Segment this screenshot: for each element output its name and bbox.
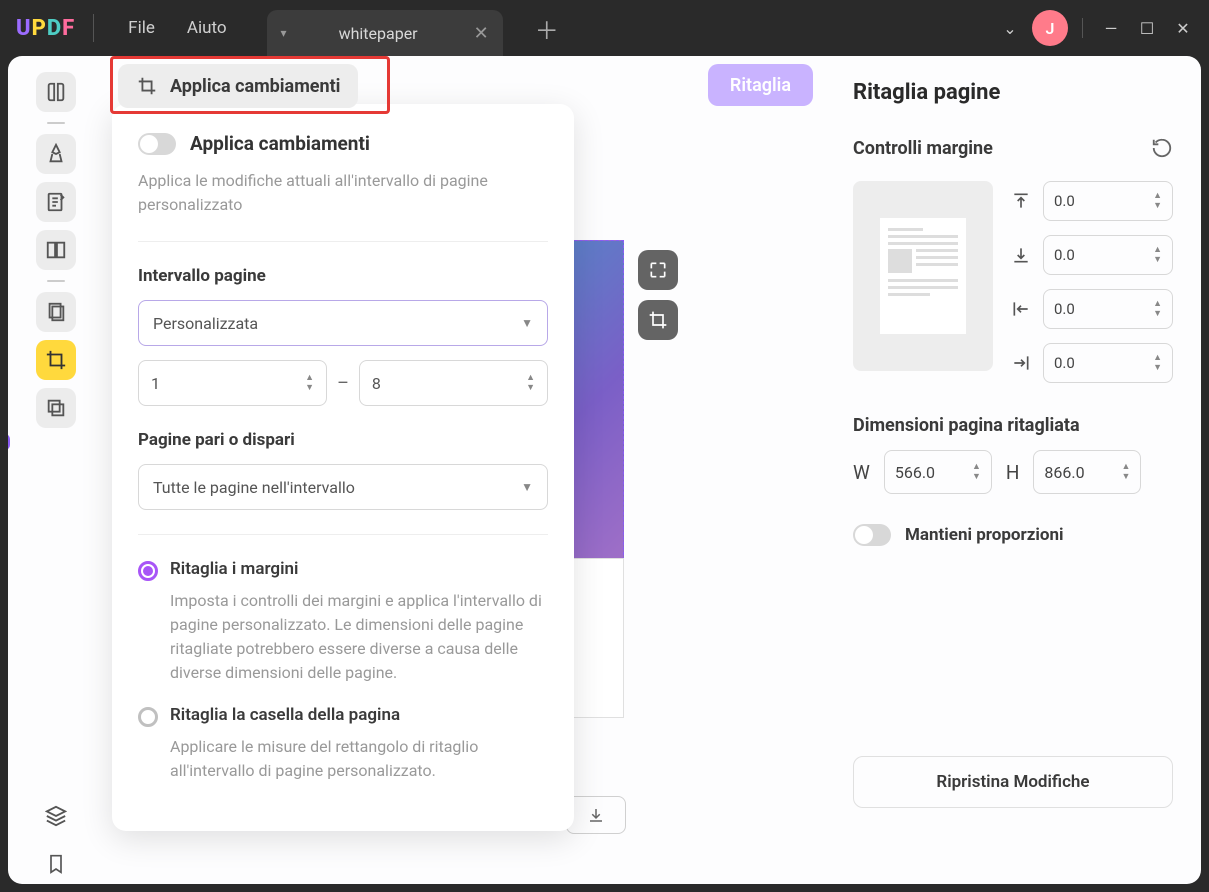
margin-bottom-input[interactable]: 0.0 ▲▼	[1043, 235, 1173, 275]
width-value: 566.0	[895, 463, 935, 482]
tab-close-icon[interactable]: ✕	[474, 23, 489, 44]
margin-right-input[interactable]: 0.0 ▲▼	[1043, 343, 1173, 383]
apply-button-label: Applica cambiamenti	[170, 76, 340, 97]
cropped-dim-label: Dimensioni pagina ritagliata	[853, 415, 1173, 436]
margin-left-icon	[1009, 297, 1033, 321]
spinner-icon[interactable]: ▲▼	[305, 374, 314, 393]
spinner-icon[interactable]: ▲▼	[1122, 463, 1131, 482]
height-label: H	[1006, 461, 1020, 484]
left-rail	[8, 56, 104, 884]
margin-left-value: 0.0	[1054, 300, 1075, 318]
spinner-icon[interactable]: ▲▼	[526, 374, 535, 393]
tab-title: whitepaper	[339, 24, 418, 43]
restore-changes-button[interactable]: Ripristina Modifiche	[853, 756, 1173, 808]
menu-file[interactable]: File	[112, 12, 171, 44]
crop-box-radio[interactable]	[138, 707, 158, 727]
divider	[138, 534, 548, 535]
range-dash: –	[337, 373, 349, 394]
fit-screen-button[interactable]	[638, 250, 678, 290]
content-area: Applica cambiamenti Ritaglia	[8, 56, 825, 884]
organize-button[interactable]	[36, 292, 76, 332]
height-value: 866.0	[1044, 463, 1084, 482]
add-tab-button[interactable]: ＋	[535, 11, 559, 46]
crop-margins-radio[interactable]	[138, 561, 158, 581]
margin-right-value: 0.0	[1054, 354, 1075, 372]
crop-action-button[interactable]: Ritaglia	[708, 64, 813, 106]
right-panel: Ritaglia pagine Controlli margine	[825, 56, 1201, 884]
minimize-button[interactable]: —	[1093, 10, 1129, 46]
close-window-button[interactable]: ✕	[1165, 10, 1201, 46]
range-from-value: 1	[151, 374, 160, 393]
crop-box-desc: Applicare le misure del rettangolo di ri…	[170, 735, 548, 783]
reader-mode-button[interactable]	[36, 72, 76, 112]
crop-margins-desc: Imposta i controlli dei margini e applic…	[170, 589, 548, 685]
spinner-icon[interactable]: ▲▼	[1153, 192, 1162, 211]
download-button[interactable]	[566, 796, 626, 834]
divider	[93, 14, 94, 42]
page-thumbnail	[853, 181, 993, 371]
crop-margins-label: Ritaglia i margini	[170, 559, 298, 581]
rail-separator	[47, 122, 65, 124]
crop-button[interactable]	[36, 340, 76, 380]
apply-changes-button[interactable]: Applica cambiamenti	[118, 64, 358, 108]
pages-button[interactable]	[36, 230, 76, 270]
reset-margins-button[interactable]	[1151, 137, 1173, 159]
spinner-icon[interactable]: ▲▼	[1153, 246, 1162, 265]
document-tab[interactable]: ▾ whitepaper ✕	[267, 10, 503, 56]
margin-right-icon	[1009, 351, 1033, 375]
edit-button[interactable]	[36, 182, 76, 222]
keep-ratio-label: Mantieni proporzioni	[905, 525, 1063, 545]
margin-bottom-icon	[1009, 243, 1033, 267]
margin-controls-label: Controlli margine	[853, 138, 993, 159]
divider	[138, 241, 548, 242]
apply-changes-popover: Applica cambiamenti Applica le modifiche…	[112, 104, 574, 831]
highlight-button[interactable]	[36, 134, 76, 174]
range-select[interactable]: Personalizzata ▼	[138, 300, 548, 346]
dropdown-icon[interactable]: ⌄	[992, 10, 1028, 46]
apply-icon	[136, 75, 158, 97]
margin-top-input[interactable]: 0.0 ▲▼	[1043, 181, 1173, 221]
avatar[interactable]: J	[1032, 10, 1068, 46]
odd-even-select[interactable]: Tutte le pagine nell'intervallo ▼	[138, 464, 548, 510]
odd-even-value: Tutte le pagine nell'intervallo	[153, 478, 355, 497]
margin-bottom-value: 0.0	[1054, 246, 1075, 264]
maximize-button[interactable]: ☐	[1129, 10, 1165, 46]
apply-toggle[interactable]	[138, 133, 176, 155]
range-from-input[interactable]: 1 ▲▼	[138, 360, 327, 406]
margin-left-input[interactable]: 0.0 ▲▼	[1043, 289, 1173, 329]
width-label: W	[853, 461, 870, 484]
odd-even-label: Pagine pari o dispari	[138, 430, 548, 450]
layers-button[interactable]	[36, 388, 76, 428]
titlebar: UPDF File Aiuto ▾ whitepaper ✕ ＋ ⌄ J — ☐…	[0, 0, 1209, 56]
app-logo: UPDF	[16, 16, 75, 41]
stack-button[interactable]	[36, 796, 76, 836]
height-input[interactable]: 866.0 ▲▼	[1033, 450, 1141, 494]
rail-separator	[47, 280, 65, 282]
panel-title: Ritaglia pagine	[853, 80, 1173, 105]
spinner-icon[interactable]: ▲▼	[1153, 354, 1162, 373]
popover-description: Applica le modifiche attuali all'interva…	[138, 169, 548, 217]
range-to-value: 8	[372, 374, 381, 393]
keep-ratio-toggle[interactable]	[853, 524, 891, 546]
tab-pin-icon: ▾	[281, 26, 287, 40]
divider	[1082, 18, 1083, 38]
menu-help[interactable]: Aiuto	[171, 12, 243, 44]
width-input[interactable]: 566.0 ▲▼	[884, 450, 992, 494]
popover-title: Applica cambiamenti	[190, 132, 370, 155]
range-select-value: Personalizzata	[153, 314, 258, 333]
margin-top-value: 0.0	[1054, 192, 1075, 210]
page-range-label: Intervallo pagine	[138, 266, 548, 286]
chevron-down-icon: ▼	[521, 480, 533, 494]
crop-selection-button[interactable]	[638, 300, 678, 340]
main-area: Applica cambiamenti Ritaglia	[104, 56, 825, 884]
spinner-icon[interactable]: ▲▼	[1153, 300, 1162, 319]
chevron-down-icon: ▼	[521, 316, 533, 330]
range-to-input[interactable]: 8 ▲▼	[359, 360, 548, 406]
crop-box-label: Ritaglia la casella della pagina	[170, 705, 400, 727]
bookmark-button[interactable]	[36, 844, 76, 884]
margin-top-icon	[1009, 189, 1033, 213]
spinner-icon[interactable]: ▲▼	[972, 463, 981, 482]
